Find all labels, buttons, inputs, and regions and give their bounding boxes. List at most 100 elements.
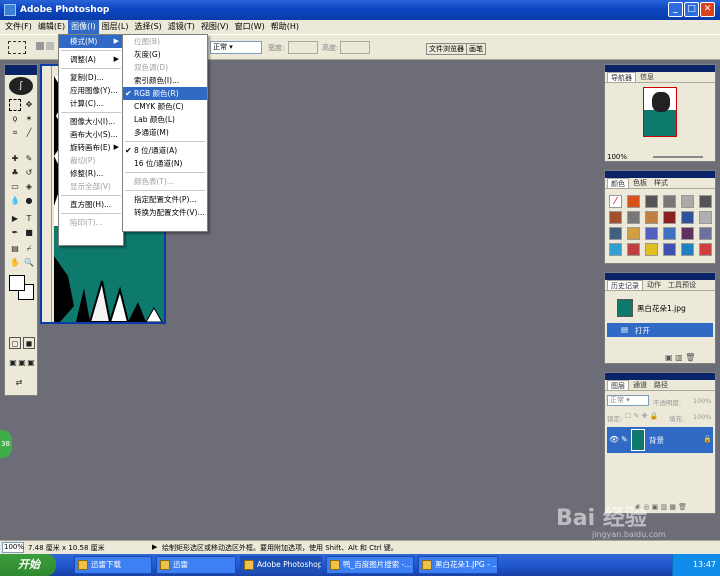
slice-tool-icon[interactable]: ╱	[23, 127, 35, 139]
mode-menu-item[interactable]: RGB 颜色(R) ✔	[123, 87, 207, 100]
style-swatch[interactable]	[645, 243, 658, 256]
mode-menu-item[interactable]: 指定配置文件(P)...	[123, 193, 207, 206]
history-tab-1[interactable]: 动作	[644, 280, 664, 290]
history-snapshot[interactable]: 黑白花朵1.jpg	[607, 297, 713, 319]
image-menu-item[interactable]: 应用图像(Y)...	[59, 84, 123, 97]
history-step-open[interactable]: ▤ 打开	[607, 323, 713, 337]
lock-icons[interactable]: ☐ ✎ ✥ 🔒	[625, 412, 658, 420]
maximize-button[interactable]: □	[684, 2, 699, 17]
type-tool-icon[interactable]: T	[23, 213, 35, 225]
blend-mode-select[interactable]: 正常 ▾	[607, 395, 649, 406]
mode-menu-item[interactable]: 8 位/通道(A) ✔	[123, 144, 207, 157]
history-bottom-icons[interactable]: ▣ ▥ 🗑	[665, 353, 695, 362]
image-menu-item[interactable]: 修整(R)...	[59, 167, 123, 180]
hand-tool-icon[interactable]: ✋	[9, 257, 21, 269]
navigator-zoom-slider[interactable]	[653, 156, 703, 158]
blur-tool-icon[interactable]: 💧	[9, 195, 21, 207]
style-swatch[interactable]	[609, 211, 622, 224]
taskbar-task[interactable]: 黑白花朵1.JPG - ...	[418, 556, 498, 574]
new-selection-icon[interactable]	[36, 42, 44, 50]
taskbar-task[interactable]: 迅雷下载	[74, 556, 152, 574]
menu-item-0[interactable]: 文件(F)	[2, 20, 35, 34]
style-swatch[interactable]	[681, 195, 694, 208]
pen-tool-icon[interactable]: ✒	[9, 227, 21, 239]
style-swatch[interactable]: ⁄	[609, 195, 622, 208]
jump-to-imageready-icon[interactable]: ⇄	[13, 377, 25, 389]
style-swatch[interactable]	[609, 227, 622, 240]
image-menu-item[interactable]: 计算(C)...	[59, 97, 123, 110]
mode-menu-item[interactable]: 转换为配置文件(V)...	[123, 206, 207, 219]
brush-tool-icon[interactable]: ✎	[23, 153, 35, 165]
image-menu-item[interactable]: 复制(D)...	[59, 71, 123, 84]
mode-menu-item[interactable]: 灰度(G)	[123, 48, 207, 61]
marquee-tool-preset-icon[interactable]	[8, 41, 26, 54]
image-menu-item[interactable]: 旋转画布(E) ▶	[59, 141, 123, 154]
style-swatch[interactable]	[699, 243, 712, 256]
layers-tab-1[interactable]: 通道	[630, 380, 650, 390]
history-brush-icon[interactable]: ↺	[23, 167, 35, 179]
swatches-tab-2[interactable]: 样式	[651, 178, 671, 188]
history-tab-0[interactable]: 历史记录	[607, 280, 643, 290]
style-swatch[interactable]	[645, 195, 658, 208]
lasso-tool-icon[interactable]: ϙ	[9, 113, 21, 125]
eraser-icon[interactable]: ▭	[9, 181, 21, 193]
swatches-tab-0[interactable]: 颜色	[607, 178, 629, 188]
layer-visibility-eye-icon[interactable]: 👁	[609, 435, 619, 444]
style-swatch[interactable]	[645, 227, 658, 240]
image-menu-item[interactable]: 直方图(H)...	[59, 198, 123, 211]
paint-bucket-icon[interactable]: ◈	[23, 181, 35, 193]
magic-wand-icon[interactable]: ✶	[23, 113, 35, 125]
style-select[interactable]: 正常 ▾	[210, 41, 262, 54]
style-swatch[interactable]	[681, 211, 694, 224]
file-browser-tab[interactable]: 文件浏览器	[426, 43, 467, 55]
taskbar-task[interactable]: Adobe Photoshop	[240, 556, 322, 574]
path-select-icon[interactable]: ▶	[9, 213, 21, 225]
style-swatch[interactable]	[663, 243, 676, 256]
height-field[interactable]	[340, 41, 370, 54]
style-swatch[interactable]	[627, 243, 640, 256]
swatches-tab-1[interactable]: 色板	[630, 178, 650, 188]
style-swatch[interactable]	[699, 227, 712, 240]
mode-menu-item[interactable]: 16 位/通道(N)	[123, 157, 207, 170]
style-swatch[interactable]	[645, 211, 658, 224]
history-tab-2[interactable]: 工具预设	[665, 280, 699, 290]
image-menu-item[interactable]: 图像大小(I)...	[59, 115, 123, 128]
menu-item-2[interactable]: 图像(I)	[68, 20, 99, 34]
start-button[interactable]: 开始	[0, 554, 56, 576]
style-swatch[interactable]	[663, 195, 676, 208]
notes-tool-icon[interactable]: ▤	[9, 243, 21, 255]
dodge-tool-icon[interactable]: ●	[23, 195, 35, 207]
style-swatch[interactable]	[627, 211, 640, 224]
menu-item-7[interactable]: 窗口(W)	[232, 20, 268, 34]
mode-menu-item[interactable]: Lab 颜色(L)	[123, 113, 207, 126]
crop-tool-icon[interactable]: ⌗	[9, 127, 21, 139]
close-button[interactable]: ✕	[700, 2, 715, 17]
style-swatch[interactable]	[609, 243, 622, 256]
move-tool-icon[interactable]: ✥	[23, 99, 35, 111]
layer-row-background[interactable]: 👁 ✎ 背景 🔒	[607, 427, 713, 453]
taskbar-task[interactable]: 迅雷	[156, 556, 236, 574]
healing-brush-icon[interactable]: ✚	[9, 153, 21, 165]
image-menu-item[interactable]: 模式(M) ▶	[59, 35, 123, 48]
shape-tool-icon[interactable]: ■	[23, 227, 35, 239]
clone-stamp-icon[interactable]: ♣	[9, 167, 21, 179]
status-arrow-icon[interactable]: ▶	[152, 543, 157, 551]
menu-item-6[interactable]: 视图(V)	[198, 20, 232, 34]
add-selection-icon[interactable]	[46, 42, 54, 50]
menu-item-1[interactable]: 编辑(E)	[35, 20, 68, 34]
menu-item-5[interactable]: 滤镜(T)	[165, 20, 198, 34]
layers-tab-2[interactable]: 路径	[651, 380, 671, 390]
eyedropper-icon[interactable]: ⌿	[23, 243, 35, 255]
image-menu-item[interactable]: 调整(A) ▶	[59, 53, 123, 66]
zoom-tool-icon[interactable]: 🔍	[23, 257, 35, 269]
width-field[interactable]	[288, 41, 318, 54]
opacity-value[interactable]: 100%	[693, 397, 712, 405]
standard-mode-icon[interactable]: ◻	[9, 337, 21, 349]
style-swatch[interactable]	[627, 195, 640, 208]
layers-tab-0[interactable]: 图层	[607, 380, 629, 390]
style-swatch[interactable]	[663, 211, 676, 224]
side-badge[interactable]: 38	[0, 430, 12, 458]
style-swatch[interactable]	[699, 211, 712, 224]
style-swatch[interactable]	[699, 195, 712, 208]
style-swatch[interactable]	[681, 243, 694, 256]
